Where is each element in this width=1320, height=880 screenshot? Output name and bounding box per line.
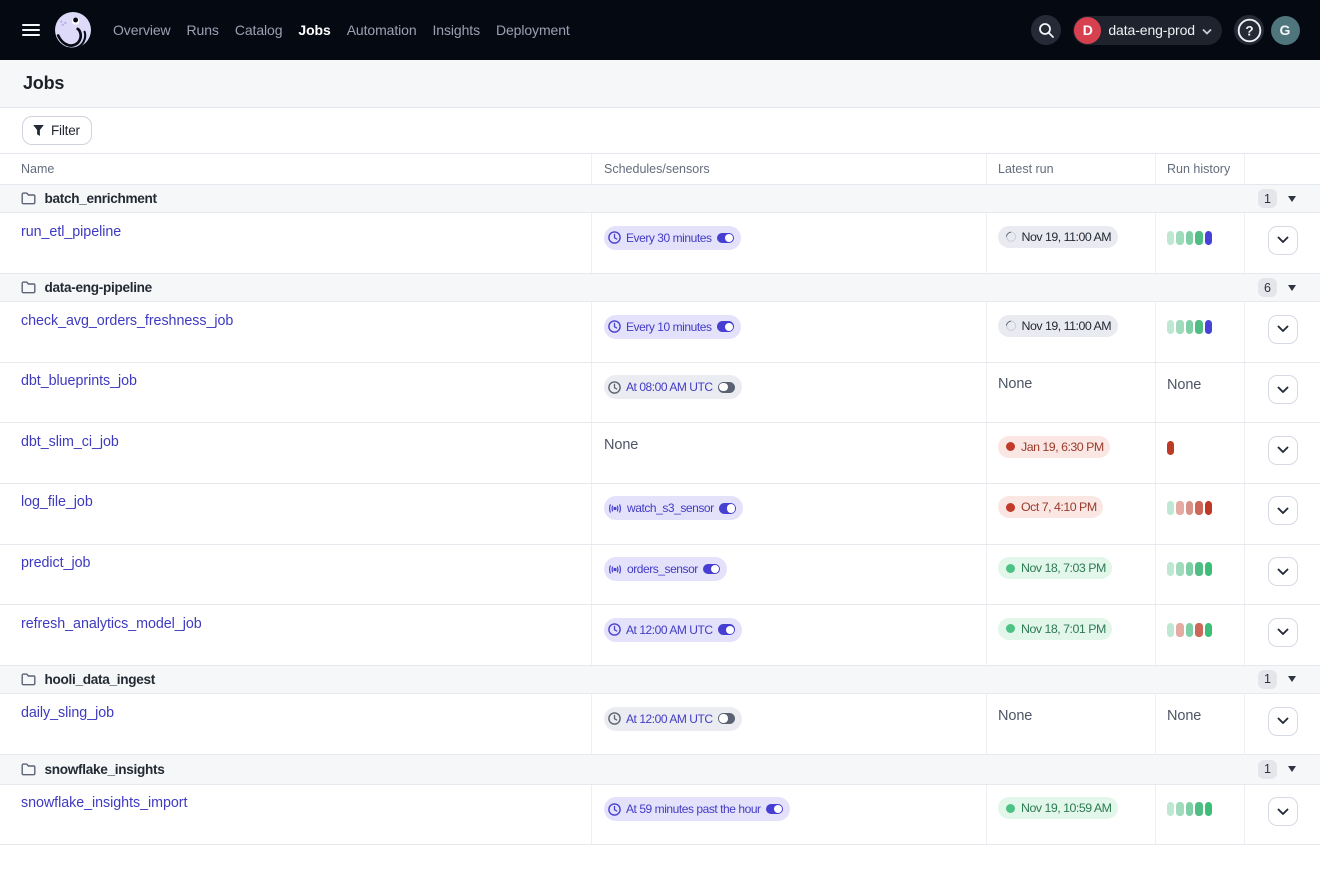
svg-text:?: ? xyxy=(1245,23,1253,38)
